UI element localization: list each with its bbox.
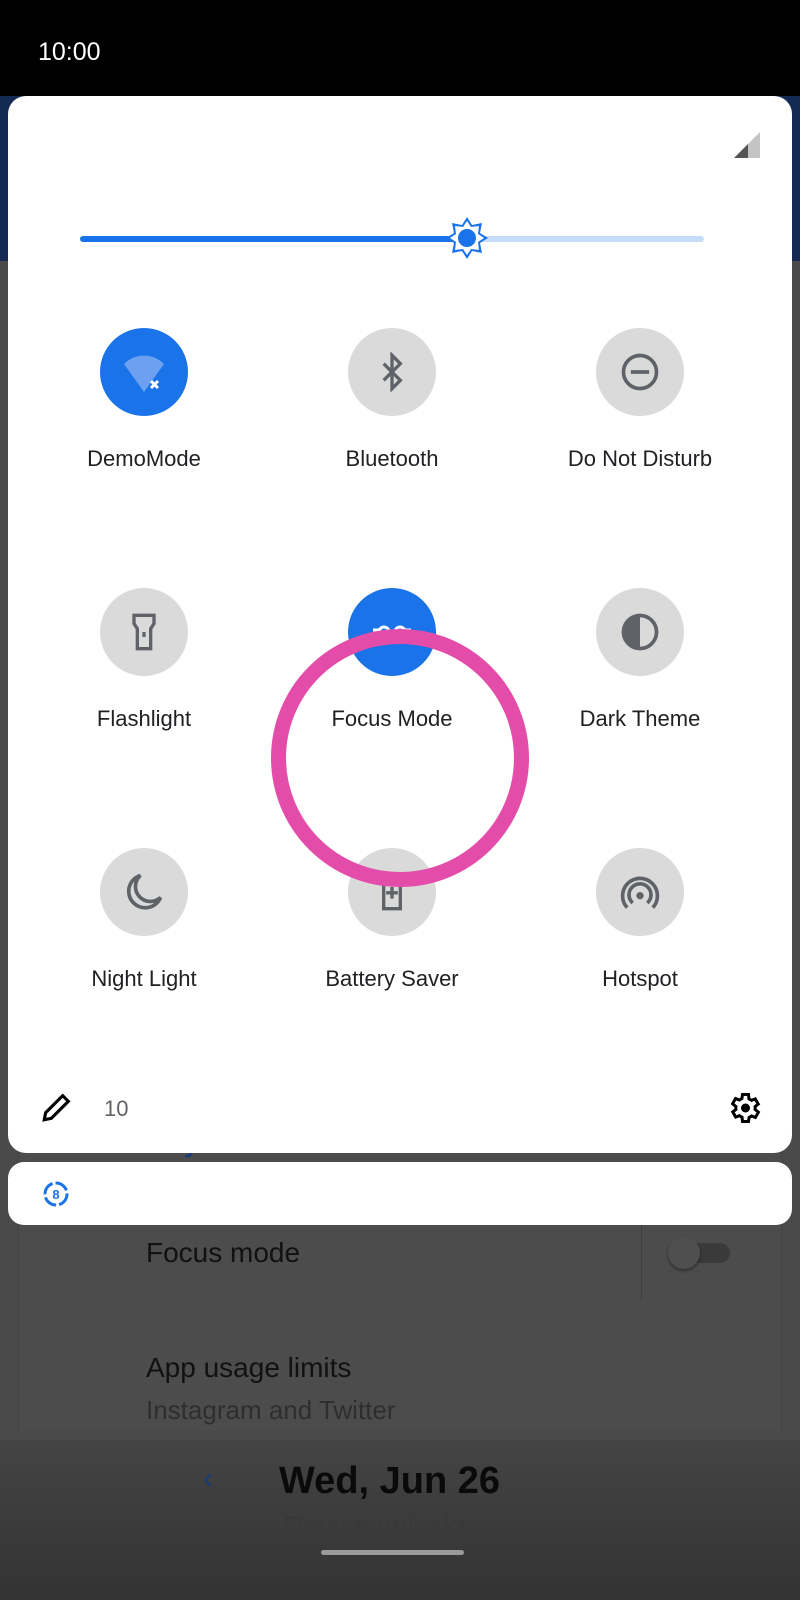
quick-settings-panel: DemoMode Bluetooth Do Not Disturb Flashligh…	[8, 96, 792, 1153]
status-bar: 10:00	[0, 0, 800, 96]
tile-night-light[interactable]: Night Light	[20, 848, 268, 992]
tile-dark-theme[interactable]: Dark Theme	[516, 588, 764, 732]
brightness-slider[interactable]	[80, 217, 704, 259]
tile-label: Dark Theme	[579, 706, 701, 731]
divider	[641, 1225, 642, 1300]
svg-text:8: 8	[52, 1187, 59, 1202]
dark-theme-icon	[618, 610, 662, 654]
notification-card[interactable]: 8	[8, 1162, 792, 1225]
edit-pencil-icon[interactable]	[40, 1090, 74, 1124]
tile-toggle-button[interactable]	[100, 328, 188, 416]
tile-toggle-button[interactable]	[100, 848, 188, 936]
slider-fill	[80, 236, 467, 242]
flashlight-icon	[124, 612, 164, 652]
date-label: Wed, Jun 26	[279, 1460, 501, 1502]
digital-wellbeing-icon: 8	[43, 1181, 69, 1207]
do-not-disturb-icon	[618, 350, 662, 394]
tile-do-not-disturb[interactable]: Do Not Disturb	[516, 328, 764, 472]
bluetooth-icon	[372, 352, 412, 392]
brightness-icon[interactable]	[445, 216, 489, 260]
tile-bluetooth[interactable]: Bluetooth	[268, 328, 516, 472]
app-usage-subtitle: Instagram and Twitter	[146, 1395, 396, 1425]
tile-label: Night Light	[91, 966, 197, 991]
tile-toggle-button[interactable]	[348, 328, 436, 416]
nav-handle[interactable]	[321, 1550, 464, 1555]
tile-label: Flashlight	[96, 706, 192, 731]
tile-label: Battery Saver	[325, 966, 459, 991]
tile-label: Bluetooth	[345, 446, 439, 471]
settings-gear-icon[interactable]	[726, 1090, 762, 1126]
night-light-moon-icon	[122, 870, 166, 914]
tile-demomode[interactable]: DemoMode	[20, 328, 268, 472]
footer-build-number: 10	[104, 1096, 129, 1121]
tile-toggle-button[interactable]	[596, 588, 684, 676]
hotspot-icon	[618, 870, 662, 914]
device-unlocks-label: Device unlocks	[283, 1510, 472, 1541]
tile-label: DemoMode	[87, 446, 201, 471]
tile-toggle-button[interactable]	[596, 328, 684, 416]
focus-mode-setting[interactable]: Focus mode	[146, 1237, 300, 1269]
tile-hotspot[interactable]: Hotspot	[516, 848, 764, 992]
tile-toggle-button[interactable]	[100, 588, 188, 676]
tile-label: Hotspot	[602, 966, 678, 991]
tile-label: Do Not Disturb	[567, 446, 713, 471]
focus-mode-toggle[interactable]	[668, 1237, 730, 1269]
wifi-off-icon	[120, 348, 168, 396]
clock: 10:00	[38, 38, 101, 66]
focus-mode-highlight-ring	[271, 629, 529, 887]
app-usage-limits[interactable]: App usage limits	[146, 1352, 351, 1384]
signal-icon	[734, 132, 760, 158]
tile-flashlight[interactable]: Flashlight	[20, 588, 268, 732]
tile-toggle-button[interactable]	[596, 848, 684, 936]
chevron-left-icon[interactable]: ‹	[203, 1462, 213, 1496]
